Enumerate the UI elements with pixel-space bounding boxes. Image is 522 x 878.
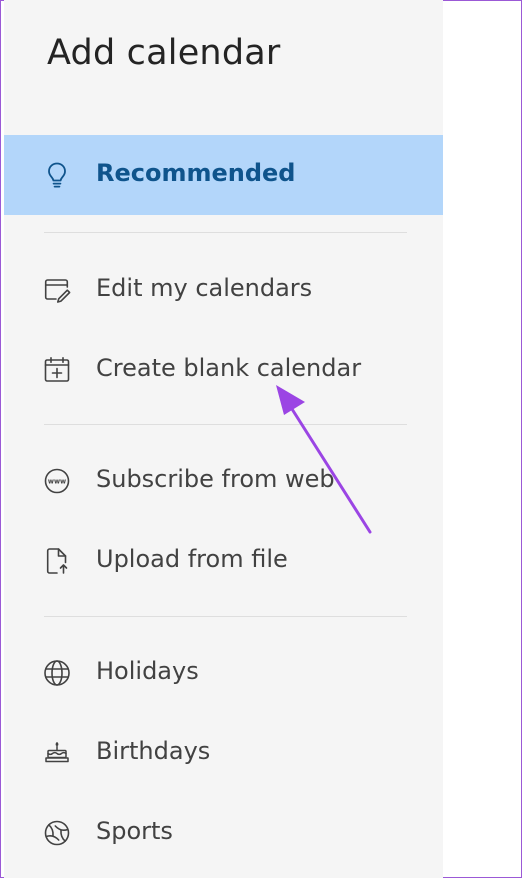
nav-item-holidays[interactable]: Holidays <box>4 633 443 713</box>
nav-item-create-blank-calendar[interactable]: Create blank calendar <box>4 330 443 410</box>
nav-item-upload-from-file[interactable]: Upload from file <box>4 521 443 601</box>
divider <box>44 424 407 425</box>
globe-icon <box>42 658 72 688</box>
nav-label-holidays: Holidays <box>96 657 199 685</box>
sports-ball-icon <box>42 818 72 848</box>
nav-label-create-blank-calendar: Create blank calendar <box>96 354 362 382</box>
nav-label-upload-from-file: Upload from file <box>96 545 288 573</box>
nav-label-sports: Sports <box>96 817 173 845</box>
nav-label-birthdays: Birthdays <box>96 737 211 765</box>
edit-calendar-icon <box>42 275 72 305</box>
nav-item-subscribe-from-web[interactable]: www Subscribe from web <box>4 441 443 521</box>
birthday-cake-icon <box>42 738 72 768</box>
nav-label-recommended: Recommended <box>96 159 296 187</box>
nav-label-subscribe-from-web: Subscribe from web <box>96 465 335 493</box>
file-upload-icon <box>42 546 72 576</box>
divider <box>44 232 407 233</box>
nav-label-edit-my-calendars: Edit my calendars <box>96 274 313 302</box>
web-icon: www <box>42 466 72 496</box>
divider <box>44 616 407 617</box>
nav-item-sports[interactable]: Sports <box>4 793 443 873</box>
nav-item-recommended[interactable]: Recommended <box>4 135 443 215</box>
svg-text:www: www <box>48 478 66 486</box>
calendar-add-icon <box>42 355 72 385</box>
nav-item-birthdays[interactable]: Birthdays <box>4 713 443 793</box>
lightbulb-icon <box>42 160 72 190</box>
dialog-title: Add calendar <box>47 33 281 73</box>
nav-item-edit-my-calendars[interactable]: Edit my calendars <box>4 250 443 330</box>
add-calendar-sidebar: Add calendar Recommended Edit my calenda… <box>4 0 443 878</box>
